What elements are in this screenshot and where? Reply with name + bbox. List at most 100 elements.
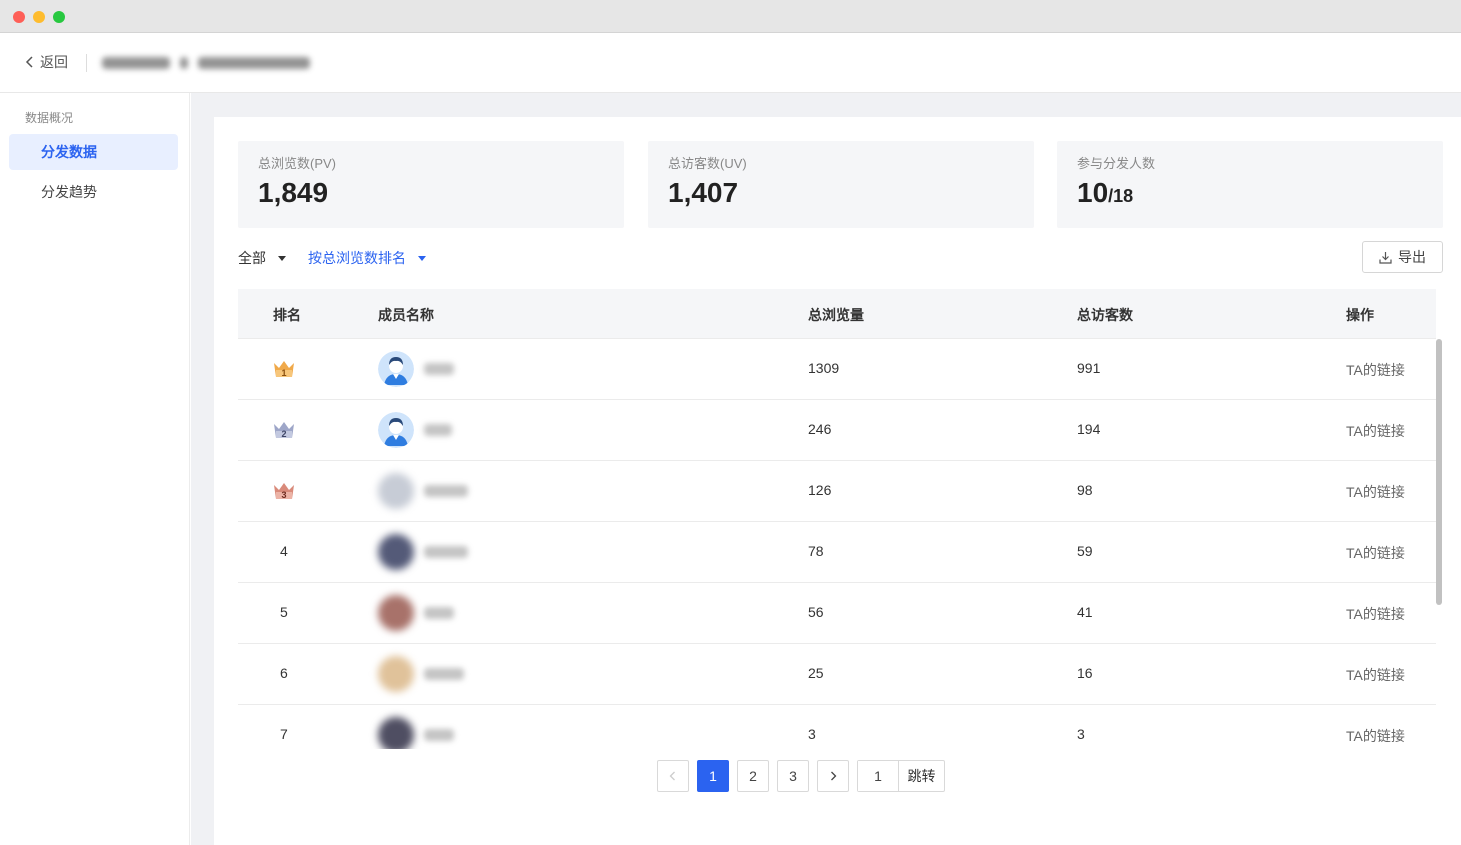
member-link[interactable]: TA的链接 [1346,421,1405,441]
redacted-member-name [424,729,454,741]
column-header-member-name: 成员名称 [378,307,434,323]
member-link[interactable]: TA的链接 [1346,482,1405,502]
member-link[interactable]: TA的链接 [1346,726,1405,746]
stat-value: 10/18 [1077,177,1134,208]
avatar [378,351,414,387]
redacted-member-name [424,607,454,619]
prev-page-button[interactable] [657,760,689,792]
table-body: 1 1309 991 TA的链接 2 246 194 TA的链接 3 126 9… [238,339,1436,749]
page-button-3[interactable]: 3 [777,760,809,792]
stat-value: 1,407 [668,177,739,208]
uv-cell: 16 [1077,665,1093,681]
scope-filter-label: 全部 [238,250,266,266]
caret-down-icon [278,255,286,261]
back-button[interactable]: 返回 [24,52,68,72]
redacted-member-name [424,546,468,558]
export-label: 导出 [1398,249,1426,265]
avatar [378,473,414,509]
avatar [378,656,414,692]
pv-cell: 1309 [808,360,840,376]
member-link[interactable]: TA的链接 [1346,604,1405,624]
stat-total: /18 [1108,186,1134,206]
page-header: 返回 [0,33,1461,93]
table-row: 6 25 16 TA的链接 [238,644,1436,705]
pv-cell: 246 [808,421,832,437]
scrollbar-thumb[interactable] [1436,339,1442,605]
uv-cell: 41 [1077,604,1093,620]
pv-cell: 56 [808,604,824,620]
member-link[interactable]: TA的链接 [1346,543,1405,563]
stat-card-pv: 总浏览数(PV) 1,849 [238,141,624,228]
page-button-1[interactable]: 1 [697,760,729,792]
member-link[interactable]: TA的链接 [1346,665,1405,685]
uv-cell: 194 [1077,421,1101,437]
table-row: 3 126 98 TA的链接 [238,461,1436,522]
column-header-rank: 排名 [273,307,301,323]
svg-text:2: 2 [281,429,286,439]
column-header-pv: 总浏览量 [808,307,864,323]
chevron-right-icon [831,771,837,781]
rank-cell: 5 [280,604,288,620]
pv-cell: 126 [808,482,832,498]
stat-label: 总浏览数(PV) [258,156,337,171]
rank-cell: 7 [280,726,288,742]
window-titlebar [0,0,1461,33]
table-scrollbar[interactable] [1436,339,1442,749]
page-jump-button[interactable]: 跳转 [899,761,944,791]
pv-cell: 78 [808,543,824,559]
uv-cell: 991 [1077,360,1101,376]
gold-crown-icon: 1 [274,361,294,378]
chevron-left-icon [669,771,675,781]
table-row: 7 3 3 TA的链接 [238,705,1436,749]
sort-dropdown[interactable]: 按总浏览数排名 [308,248,426,268]
stat-label: 总访客数(UV) [668,156,747,171]
stat-label: 参与分发人数 [1077,156,1156,171]
sidebar-item-distribution-data[interactable]: 分发数据 [9,134,178,170]
table-header: 排名 成员名称 总浏览量 总访客数 操作 [238,289,1436,339]
export-button[interactable]: 导出 [1362,241,1443,273]
bronze-crown-icon: 3 [274,483,294,500]
table-row: 5 56 41 TA的链接 [238,583,1436,644]
next-page-button[interactable] [817,760,849,792]
avatar [378,595,414,631]
redacted-page-title [102,53,310,73]
close-window-button[interactable] [13,11,25,23]
maximize-window-button[interactable] [53,11,65,23]
download-icon [1379,251,1392,264]
page-jump: 跳转 [857,760,945,792]
uv-cell: 59 [1077,543,1093,559]
avatar [378,534,414,570]
pv-cell: 25 [808,665,824,681]
table-row: 4 78 59 TA的链接 [238,522,1436,583]
svg-text:1: 1 [281,368,286,378]
back-label: 返回 [40,54,68,70]
minimize-window-button[interactable] [33,11,45,23]
uv-cell: 98 [1077,482,1093,498]
table-row: 2 246 194 TA的链接 [238,400,1436,461]
member-link[interactable]: TA的链接 [1346,360,1405,380]
stat-card-uv: 总访客数(UV) 1,407 [648,141,1034,228]
svg-text:3: 3 [281,490,286,500]
table-row: 1 1309 991 TA的链接 [238,339,1436,400]
stat-value: 1,849 [258,177,329,208]
page-jump-input[interactable] [858,761,899,791]
redacted-member-name [424,363,454,375]
avatar [378,717,414,749]
rank-cell: 6 [280,665,288,681]
scope-filter-dropdown[interactable]: 全部 [238,248,286,268]
column-header-uv: 总访客数 [1077,307,1133,323]
chevron-left-icon [25,56,33,68]
redacted-member-name [424,485,468,497]
sidebar-item-distribution-trend[interactable]: 分发趋势 [9,174,178,210]
sort-label: 按总浏览数排名 [308,250,406,266]
column-header-actions: 操作 [1346,307,1374,323]
pv-cell: 3 [808,726,816,742]
redacted-member-name [424,424,452,436]
redacted-member-name [424,668,464,680]
sidebar-group-label: 数据概况 [25,111,74,125]
page-button-2[interactable]: 2 [737,760,769,792]
avatar [378,412,414,448]
sidebar: 数据概况 分发数据 分发趋势 [0,93,190,845]
uv-cell: 3 [1077,726,1085,742]
silver-crown-icon: 2 [274,422,294,439]
